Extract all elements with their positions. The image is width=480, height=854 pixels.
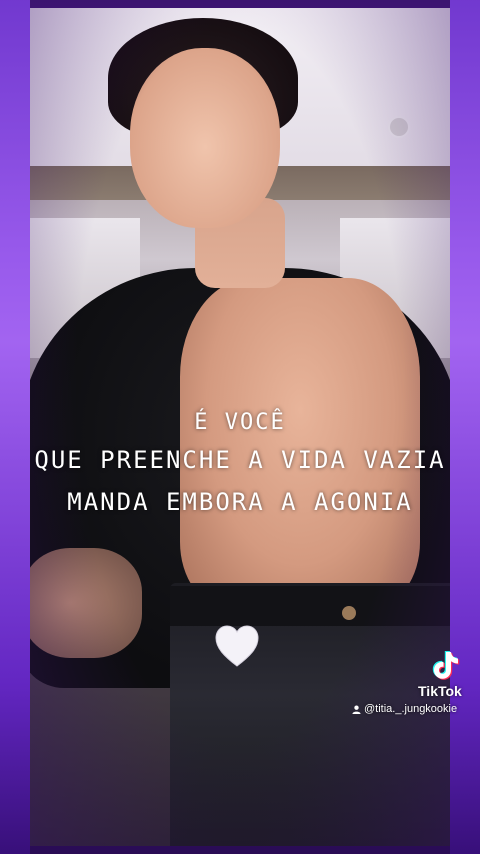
left-glow-border xyxy=(0,0,30,854)
tiktok-logo-icon xyxy=(432,651,460,680)
user-icon xyxy=(352,705,361,714)
lyric-line-3: MANDA EMBORA A AGONIA xyxy=(67,488,413,516)
tiktok-handle: @titia._.jungkookie xyxy=(352,703,457,715)
right-glow-border xyxy=(450,0,480,854)
handle-text: @titia._.jungkookie xyxy=(364,703,458,715)
lyric-line-2: QUE PREENCHE A VIDA VAZIA xyxy=(34,446,446,474)
lyric-line-1: É VOCÊ xyxy=(194,410,286,435)
tiktok-brand: TikTok xyxy=(418,683,462,699)
white-heart-icon xyxy=(215,625,259,667)
